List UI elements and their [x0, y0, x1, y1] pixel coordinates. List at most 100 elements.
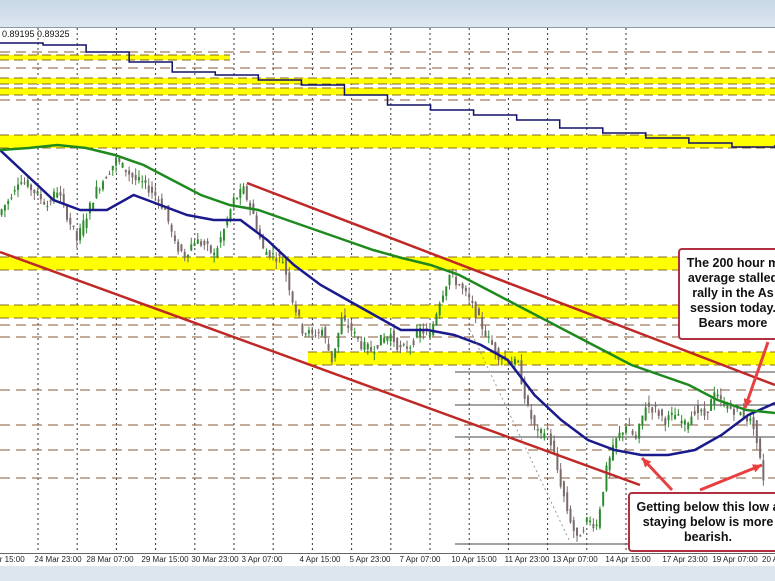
candle-body [63, 194, 65, 203]
candle-body [455, 277, 457, 285]
candle-body [158, 199, 160, 201]
candle-body [174, 235, 176, 241]
candle-body [615, 438, 617, 448]
candle-body [664, 418, 666, 425]
candle-body [733, 409, 735, 415]
candle-body [484, 331, 486, 337]
candle-body [690, 417, 692, 425]
candle-body [396, 338, 398, 350]
candle-body [596, 525, 598, 526]
candle-body [220, 237, 222, 242]
x-axis: ar 15:0024 Mar 23:0028 Mar 07:0029 Mar 1… [0, 553, 775, 567]
candle-body [759, 439, 761, 458]
candle-body [586, 517, 588, 522]
candle-body [370, 347, 372, 351]
support-resistance-zone [0, 78, 775, 84]
candle-body [239, 189, 241, 198]
candle-body [118, 158, 120, 162]
candle-body [749, 419, 751, 421]
candle-body [17, 184, 19, 189]
candle-body [148, 186, 150, 193]
candle-body [589, 520, 591, 522]
candle-body [645, 407, 647, 420]
candle-body [681, 421, 683, 423]
candle-body [308, 330, 310, 333]
candle-body [491, 340, 493, 344]
candle-body [177, 242, 179, 252]
candle-body [154, 192, 156, 196]
candle-body [720, 395, 722, 399]
candle-body [619, 433, 621, 438]
candle-body [314, 335, 316, 336]
candle-body [684, 420, 686, 424]
candle-body [141, 181, 143, 182]
candle-body [383, 338, 385, 343]
candle-body [403, 344, 405, 345]
x-tick-label: 10 Apr 15:00 [451, 555, 496, 564]
candle-body [540, 429, 542, 433]
candle-body [668, 415, 670, 420]
candle-body [190, 244, 192, 250]
candle-body [311, 329, 313, 333]
x-tick-label: 17 Apr 23:00 [662, 555, 707, 564]
candle-body [700, 410, 702, 411]
candle-body [301, 324, 303, 333]
candle-body [599, 509, 601, 527]
candle-body [726, 406, 728, 409]
arrow-head-icon [744, 398, 752, 408]
candle-body [527, 396, 529, 406]
x-tick-label: 19 Apr 07:00 [712, 555, 757, 564]
candle-body [82, 220, 84, 235]
candle-body [341, 318, 343, 334]
candle-body [386, 337, 388, 341]
candle-body [458, 284, 460, 285]
candle-body [373, 352, 375, 354]
candle-body [262, 237, 264, 248]
candle-body [605, 465, 607, 490]
candle-body [697, 405, 699, 413]
candle-body [295, 304, 297, 312]
candle-body [171, 225, 173, 232]
candle-body [638, 424, 640, 439]
candle-body [10, 198, 12, 199]
candle-body [95, 187, 97, 198]
candle-body [354, 332, 356, 333]
candle-body [602, 492, 604, 506]
candle-body [628, 425, 630, 426]
candle-body [543, 433, 545, 438]
candle-body [409, 348, 411, 349]
candle-body [406, 347, 408, 349]
candle-body [704, 408, 706, 415]
candle-body [27, 180, 29, 186]
candle-body [537, 429, 539, 431]
candle-body [449, 275, 451, 285]
candle-body [334, 348, 336, 357]
candle-body [413, 341, 415, 345]
candle-body [671, 413, 673, 415]
candles [1, 155, 765, 542]
candle-body [478, 309, 480, 316]
price-chart[interactable] [0, 0, 775, 553]
candle-body [707, 412, 709, 414]
candle-body [677, 414, 679, 415]
candle-body [269, 250, 271, 257]
candle-body [180, 244, 182, 251]
candle-body [331, 351, 333, 362]
candle-body [501, 359, 503, 360]
candle-body [530, 410, 532, 419]
candle-body [753, 417, 755, 429]
candle-body [635, 435, 637, 438]
candle-body [243, 186, 245, 193]
candle-body [612, 445, 614, 460]
candle-body [573, 520, 575, 531]
x-tick-label: 30 Mar 23:00 [191, 555, 238, 564]
candle-body [471, 301, 473, 303]
candle-body [256, 215, 258, 230]
candle-body [265, 252, 267, 255]
candle-body [399, 345, 401, 347]
candle-body [609, 458, 611, 470]
candle-body [661, 410, 663, 416]
candle-body [298, 310, 300, 316]
candle-body [517, 361, 519, 362]
candle-body [73, 226, 75, 227]
